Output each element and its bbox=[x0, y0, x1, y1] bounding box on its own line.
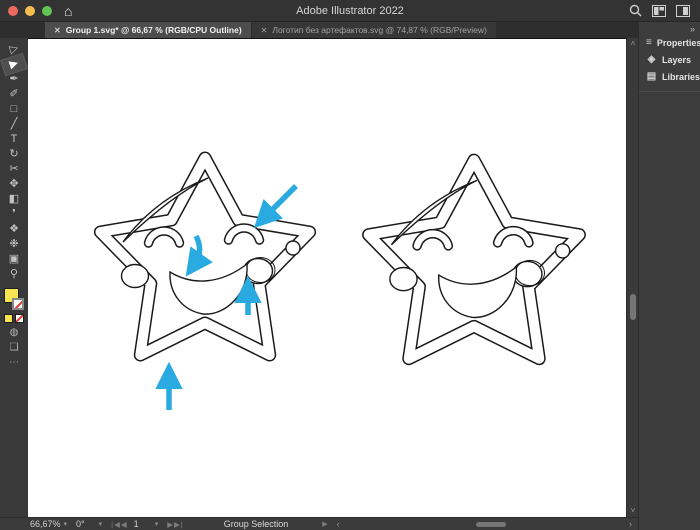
panel-tab-label: Properties bbox=[656, 37, 700, 48]
draw-mode-icon[interactable]: ◍ bbox=[10, 328, 19, 338]
star-artwork-left[interactable] bbox=[70, 131, 340, 401]
artboard-canvas[interactable] bbox=[28, 38, 626, 517]
close-tab-icon[interactable]: ✕ bbox=[261, 26, 268, 35]
layers-icon: ◈ bbox=[647, 54, 656, 65]
rotation-dropdown-icon[interactable]: ▾ bbox=[99, 520, 103, 528]
first-artboard-button[interactable]: |◀ bbox=[111, 520, 121, 529]
previous-artboard-button[interactable]: ◀ bbox=[121, 520, 128, 529]
blend-tool-icon[interactable]: ❖ bbox=[3, 222, 25, 237]
panel-tab-layers[interactable]: ◈ Layers bbox=[639, 51, 700, 68]
stroke-color-swatch[interactable] bbox=[12, 298, 24, 310]
next-artboard-button[interactable]: ▶ bbox=[167, 520, 174, 529]
workspace-switcher-icon[interactable] bbox=[652, 4, 666, 17]
gradient-tool-icon[interactable]: ◧ bbox=[3, 192, 25, 207]
panel-tab-label: Layers bbox=[662, 54, 692, 65]
scissors-tool-icon[interactable]: ✂ bbox=[3, 162, 25, 177]
panel-tab-properties[interactable]: ≡ Properties bbox=[639, 34, 700, 51]
color-button[interactable] bbox=[4, 314, 13, 323]
status-expander-icon[interactable]: ▶ bbox=[322, 520, 328, 528]
fill-stroke-swatches[interactable] bbox=[4, 288, 24, 310]
edit-toolbar-icon[interactable]: ⋯ bbox=[9, 358, 19, 368]
illustrator-window: ⌂ Adobe Illustrator 2022 ✕ Group 1.svg* … bbox=[0, 0, 700, 530]
panel-tab-label: Libraries bbox=[661, 71, 700, 82]
rotation-value[interactable]: 0° bbox=[76, 519, 85, 529]
scroll-right-icon[interactable]: › bbox=[629, 519, 632, 529]
eyedropper-tool-icon[interactable]: ❜ bbox=[3, 207, 25, 222]
tab-logotip-svg[interactable]: ✕ Логотип без артефактов.svg @ 74,87 % (… bbox=[250, 22, 496, 38]
statusbar: 66,67% ▾ 0° ▾ |◀ ◀ 1 ▾ ▶ ▶| Group Select… bbox=[0, 517, 638, 530]
vertical-scrollbar-thumb[interactable] bbox=[629, 294, 636, 320]
collapse-panels-icon[interactable]: » bbox=[690, 24, 695, 34]
titlebar: ⌂ Adobe Illustrator 2022 bbox=[0, 0, 700, 22]
panel-tab-libraries[interactable]: ▤ Libraries bbox=[639, 68, 700, 85]
tab-label: Group 1.svg* @ 66,67 % (RGB/CPU Outline) bbox=[65, 25, 242, 35]
arrange-documents-icon[interactable] bbox=[676, 4, 690, 17]
document-tabbar: ✕ Group 1.svg* @ 66,67 % (RGB/CPU Outlin… bbox=[0, 22, 638, 38]
symbol-sprayer-tool-icon[interactable]: ❉ bbox=[3, 237, 25, 252]
vertical-scrollbar[interactable]: ˄ ˅ bbox=[626, 38, 638, 517]
none-button[interactable] bbox=[15, 314, 24, 323]
panel-dock: ≡ Properties ◈ Layers ▤ Libraries bbox=[638, 22, 700, 530]
zoom-dropdown-icon[interactable]: ▾ bbox=[64, 520, 68, 528]
search-icon[interactable] bbox=[629, 4, 642, 17]
zoom-tool-icon[interactable]: ⚲ bbox=[3, 267, 25, 282]
zoom-level-value[interactable]: 66,67% bbox=[30, 519, 61, 529]
color-mode-buttons bbox=[4, 314, 24, 323]
tools-panel: ▷ ▶ ✒ ✐ □ ╱ T ↻ ✂ ✥ ◧ ❜ ❖ ❉ ▣ ⚲ ◍ ❑ ⋯ bbox=[0, 38, 28, 517]
horizontal-scrollbar[interactable]: ‹ › bbox=[337, 519, 632, 529]
pencil-tool-icon[interactable]: ╱ bbox=[3, 117, 25, 132]
artboard-tool-icon[interactable]: ▣ bbox=[3, 252, 25, 267]
app-title: Adobe Illustrator 2022 bbox=[296, 4, 404, 17]
libraries-icon: ▤ bbox=[646, 71, 657, 82]
panel-divider bbox=[639, 91, 700, 92]
artboard-number[interactable]: 1 bbox=[134, 519, 139, 529]
close-tab-icon[interactable]: ✕ bbox=[54, 26, 61, 35]
paintbrush-tool-icon[interactable]: ✐ bbox=[3, 87, 25, 102]
horizontal-scrollbar-thumb[interactable] bbox=[475, 521, 506, 527]
screen-mode-icon[interactable]: ❑ bbox=[10, 343, 19, 353]
rectangle-tool-icon[interactable]: □ bbox=[3, 102, 25, 117]
tab-group1-svg[interactable]: ✕ Group 1.svg* @ 66,67 % (RGB/CPU Outlin… bbox=[45, 22, 251, 38]
star-artwork-right[interactable] bbox=[338, 133, 610, 405]
current-tool-status: Group Selection bbox=[223, 519, 289, 529]
type-tool-icon[interactable]: T bbox=[3, 132, 25, 147]
rotate-tool-icon[interactable]: ↻ bbox=[3, 147, 25, 162]
artboard-dropdown-icon[interactable]: ▾ bbox=[155, 520, 159, 528]
tab-label: Логотип без артефактов.svg @ 74,87 % (RG… bbox=[272, 25, 487, 35]
scale-tool-icon[interactable]: ✥ bbox=[3, 177, 25, 192]
last-artboard-button[interactable]: ▶| bbox=[174, 520, 184, 529]
properties-icon: ≡ bbox=[646, 37, 652, 48]
horizontal-scrollbar-track[interactable] bbox=[340, 521, 629, 528]
